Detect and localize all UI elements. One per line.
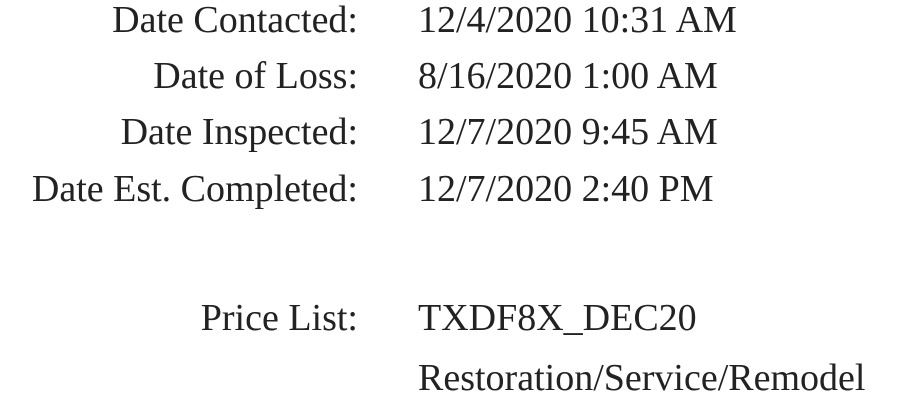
price-list-label: Price List: bbox=[200, 297, 358, 339]
date-contacted-row: Date Contacted: 12/4/2020 10:31 AM bbox=[0, 0, 920, 48]
date-contacted-label: Date Contacted: bbox=[112, 0, 358, 41]
date-inspected-row: Date Inspected: 12/7/2020 9:45 AM bbox=[0, 104, 920, 160]
price-list-row: Price List: TXDF8X_DEC20 bbox=[0, 290, 920, 346]
date-est-completed-row: Date Est. Completed: 12/7/2020 2:40 PM bbox=[0, 161, 920, 217]
date-contacted-value: 12/4/2020 10:31 AM bbox=[418, 0, 737, 41]
price-list-description-row: Restoration/Service/Remodel bbox=[0, 350, 920, 406]
date-est-completed-value: 12/7/2020 2:40 PM bbox=[418, 168, 714, 210]
date-of-loss-value: 8/16/2020 1:00 AM bbox=[418, 55, 718, 97]
date-of-loss-row: Date of Loss: 8/16/2020 1:00 AM bbox=[0, 48, 920, 104]
price-list-description: Restoration/Service/Remodel bbox=[418, 357, 866, 399]
date-of-loss-label: Date of Loss: bbox=[153, 55, 358, 97]
date-est-completed-label: Date Est. Completed: bbox=[31, 168, 358, 210]
date-inspected-value: 12/7/2020 9:45 AM bbox=[418, 111, 718, 153]
price-list-value: TXDF8X_DEC20 bbox=[418, 297, 697, 339]
date-inspected-label: Date Inspected: bbox=[120, 111, 358, 153]
